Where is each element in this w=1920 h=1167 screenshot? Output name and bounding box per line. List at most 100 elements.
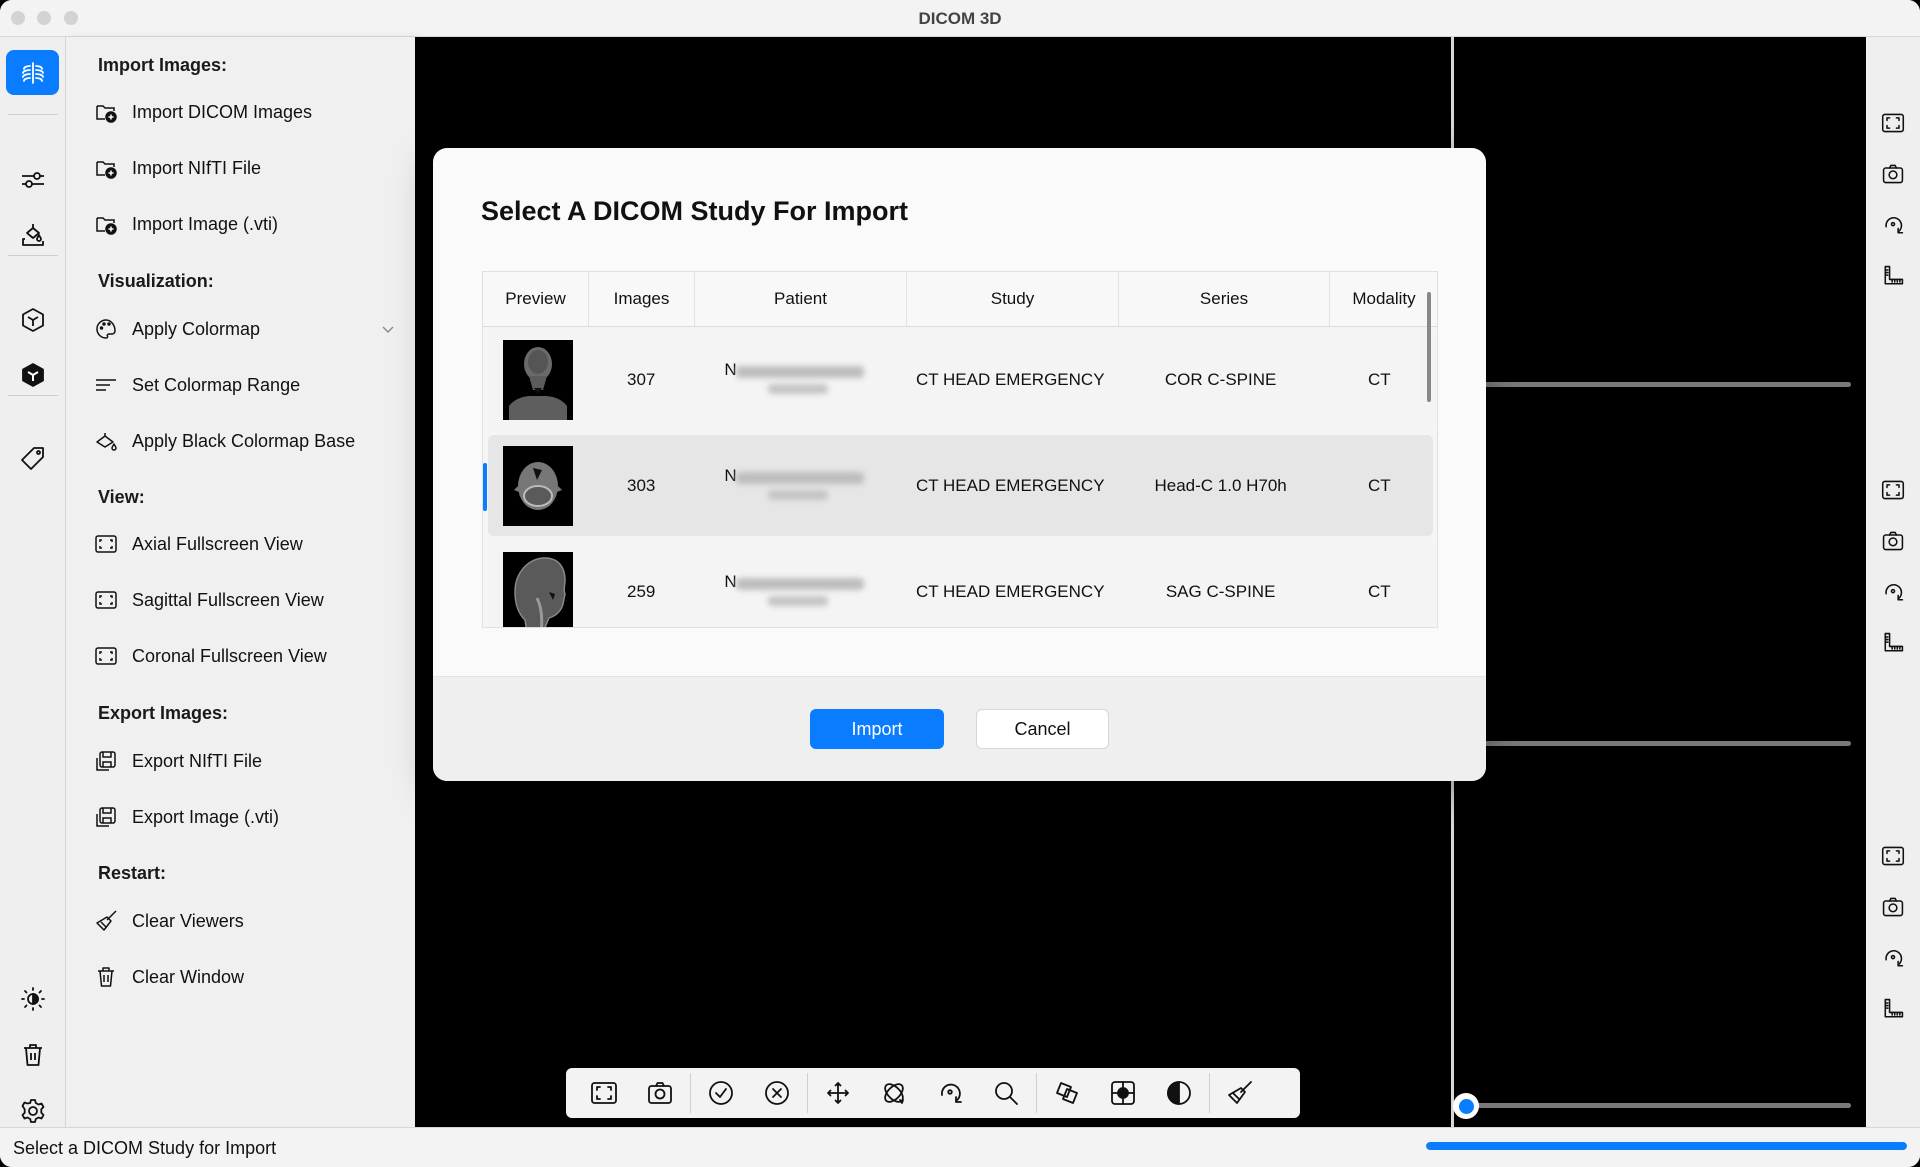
patient-name: N [724,465,737,485]
rotate-icon [1885,950,1904,967]
select-study-dialog: Select A DICOM Study For Import Preview … [433,148,1486,781]
rail-button-3d-outline[interactable] [6,297,59,342]
column-header-preview[interactable]: Preview [483,272,589,326]
cancel-button[interactable]: Cancel [976,709,1109,749]
rail-divider [8,255,58,256]
viewer3-camera-button[interactable] [1880,894,1906,920]
fullscreen-icon [1881,480,1905,500]
tool-label: Axial Fullscreen View [132,533,303,554]
zoom-button[interactable] [978,1073,1034,1113]
viewer-slice-slider-bottom[interactable] [1459,1103,1851,1108]
tool-label: Clear Viewers [132,910,244,931]
import-image-vti-button[interactable]: Import Image (.vti) [94,204,395,244]
tool-panel: Import Images: Import DICOM Images Impor… [66,37,415,1127]
rail-button-3d-filled[interactable] [6,352,59,397]
clear-viewers-button[interactable]: Clear Viewers [94,901,395,941]
save-icon [94,805,118,829]
broom-button[interactable] [1212,1073,1268,1113]
clear-window-button[interactable]: Clear Window [94,957,395,997]
fullscreen-button[interactable] [576,1073,632,1113]
import-nifti-file-button[interactable]: Import NIfTI File [94,148,395,188]
reslice-icon [1056,1082,1078,1104]
viewer2-camera-button[interactable] [1880,528,1906,554]
viewer1-camera-button[interactable] [1880,161,1906,187]
x-circle-button[interactable] [749,1073,805,1113]
table-row[interactable]: 259 N CT HEAD EMERGENCY SAG C-SPINE CT [488,541,1433,627]
study-cell: CT HEAD EMERGENCY [915,475,1105,495]
tool-label: Apply Black Colormap Base [132,430,356,451]
column-header-study[interactable]: Study [907,272,1119,326]
contrast-icon [1167,1081,1191,1105]
rail-button-labels[interactable] [6,435,59,480]
patient-cell: N [694,329,905,430]
import-dicom-images-button[interactable]: Import DICOM Images [94,92,395,132]
viewer3-rotate-button[interactable] [1880,945,1906,971]
crosshair-button[interactable] [1095,1073,1151,1113]
viewer1-rotate-button[interactable] [1880,212,1906,238]
viewer3-ruler-button[interactable] [1880,996,1906,1022]
tool-label: Set Colormap Range [132,374,301,395]
contrast-button[interactable] [1151,1073,1207,1113]
viewer2-fullscreen-button[interactable] [1880,477,1906,503]
rotate-3d-button[interactable] [866,1073,922,1113]
viewer3-fullscreen-button[interactable] [1880,843,1906,869]
import-button[interactable]: Import [810,709,944,749]
rotate-3d-icon [884,1083,904,1104]
rail-button-paint[interactable] [6,212,59,257]
apply-black-colormap-base-button[interactable]: Apply Black Colormap Base [94,421,395,461]
viewer1-fullscreen-button[interactable] [1880,110,1906,136]
dialog-title: Select A DICOM Study For Import [481,196,909,226]
camera-icon [1882,164,1904,184]
table-row-selected[interactable]: 303 N CT HEAD EMERGENCY Head-C 1.0 H70h … [483,435,1433,536]
rail-button-adjust[interactable] [6,157,59,202]
tool-label: Clear Window [132,966,245,987]
viewer1-ruler-button[interactable] [1880,263,1906,289]
viewer2-rotate-button[interactable] [1880,579,1906,605]
export-image-vti-button[interactable]: Export Image (.vti) [94,797,395,837]
chevron-down-icon [382,326,394,333]
rail-divider [8,114,58,115]
cube-filled-icon [21,362,44,387]
title-bar: DICOM 3D [0,0,1920,37]
broom-icon [94,909,118,933]
export-nifti-file-button[interactable]: Export NIfTI File [94,741,395,781]
sagittal-fullscreen-view-button[interactable]: Sagittal Fullscreen View [94,580,395,620]
tool-label: Import NIfTI File [132,157,262,178]
check-circle-button[interactable] [693,1073,749,1113]
slice-slider-knob[interactable] [1453,1093,1479,1119]
column-header-series[interactable]: Series [1119,272,1330,326]
camera-button[interactable] [632,1073,688,1113]
camera-icon [648,1082,672,1104]
rail-button-brightness[interactable] [6,976,59,1021]
save-icon [94,749,118,773]
table-row[interactable]: 307 N CT HEAD EMERGENCY COR C-SPINE CT [488,329,1433,430]
rotate-icon [941,1083,962,1103]
set-colormap-range-button[interactable]: Set Colormap Range [94,365,395,405]
lines-icon [94,373,118,397]
axial-fullscreen-view-button[interactable]: Axial Fullscreen View [94,524,395,564]
pan-button[interactable] [810,1073,866,1113]
reslice-button[interactable] [1039,1073,1095,1113]
right-icon-rail [1866,37,1920,1127]
rotate-button[interactable] [922,1073,978,1113]
status-text: Select a DICOM Study for Import [13,1138,277,1158]
column-header-patient[interactable]: Patient [695,272,907,326]
brightness-contrast-icon [20,986,45,1011]
rail-button-delete[interactable] [6,1032,59,1077]
column-header-images[interactable]: Images [589,272,695,326]
progress-fill [1426,1142,1907,1150]
table-scrollbar[interactable] [1427,292,1431,402]
cube-outline-icon [21,307,44,332]
camera-icon [1882,531,1904,551]
rail-button-imaging[interactable] [6,50,59,95]
apply-colormap-dropdown[interactable]: Apply Colormap [94,309,395,349]
folder-add-icon [94,212,118,236]
toolbar-divider [1209,1073,1210,1113]
column-header-modality[interactable]: Modality [1330,272,1437,326]
ruler-icon [1884,632,1904,652]
coronal-fullscreen-view-button[interactable]: Coronal Fullscreen View [94,636,395,676]
viewer-slice-slider-middle[interactable] [1459,741,1851,746]
viewer-slice-slider-top[interactable] [1459,382,1851,387]
series-cell: Head-C 1.0 H70h [1154,475,1287,495]
viewer2-ruler-button[interactable] [1880,630,1906,656]
